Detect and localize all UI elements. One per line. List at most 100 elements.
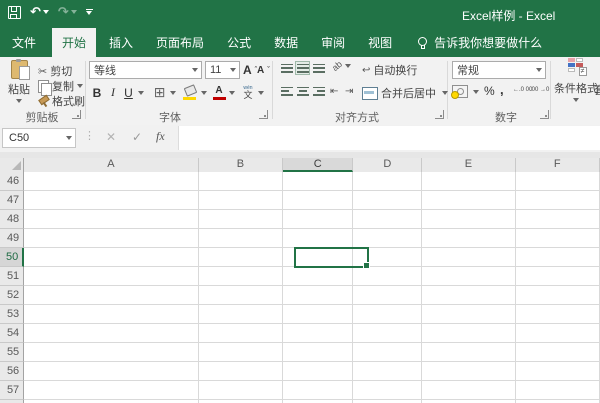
cell-F48[interactable] — [515, 210, 600, 229]
cell-C52[interactable] — [283, 286, 354, 305]
tab-file[interactable]: 文件 — [0, 28, 48, 57]
cell-E55[interactable] — [422, 343, 516, 362]
cell-A52[interactable] — [24, 286, 199, 305]
cell-F57[interactable] — [515, 381, 600, 400]
cell-D57[interactable] — [353, 381, 423, 400]
row-header-50[interactable]: 50 — [0, 248, 25, 267]
row-header-56[interactable]: 56 — [0, 362, 25, 381]
copy-button[interactable]: 复制 — [38, 78, 83, 96]
formula-input[interactable] — [178, 126, 600, 150]
insert-function-button[interactable]: fx — [156, 129, 165, 144]
cell-F51[interactable] — [515, 267, 600, 286]
tab-review[interactable]: 审阅 — [311, 28, 355, 57]
cell-E51[interactable] — [422, 267, 516, 286]
merge-center-button[interactable]: 合并后居中 — [362, 85, 448, 101]
cell-C54[interactable] — [283, 324, 354, 343]
cell-F56[interactable] — [515, 362, 600, 381]
row-header-51[interactable]: 51 — [0, 267, 25, 286]
cell-D56[interactable] — [353, 362, 423, 381]
cell-B46[interactable] — [198, 172, 284, 191]
align-center-button[interactable] — [295, 84, 310, 98]
bold-button[interactable]: B — [90, 83, 104, 102]
cell-E56[interactable] — [422, 362, 516, 381]
font-size-combo[interactable]: 11 — [205, 61, 240, 79]
decrease-decimal-button[interactable]: .00 →0 — [530, 87, 549, 93]
undo-button[interactable]: ↶ — [30, 5, 49, 19]
font-name-combo[interactable]: 等线 — [89, 61, 202, 79]
cell-D53[interactable] — [353, 305, 423, 324]
clipboard-dialog-launcher[interactable] — [72, 110, 81, 119]
row-header-47[interactable]: 47 — [0, 191, 25, 210]
redo-button[interactable]: ↷ — [58, 5, 77, 19]
cell-C46[interactable] — [283, 172, 354, 191]
row-header-55[interactable]: 55 — [0, 343, 25, 362]
row-header-57[interactable]: 57 — [0, 381, 25, 400]
fill-color-dropdown[interactable] — [199, 83, 209, 102]
font-color-button[interactable]: A — [211, 83, 227, 102]
cell-C57[interactable] — [283, 381, 354, 400]
cell-D48[interactable] — [353, 210, 423, 229]
cell-A55[interactable] — [24, 343, 199, 362]
name-box[interactable]: C50 — [2, 128, 76, 148]
number-format-combo[interactable]: 常规 — [452, 61, 546, 79]
cell-F52[interactable] — [515, 286, 600, 305]
cell-A50[interactable] — [24, 248, 199, 267]
select-all-button[interactable] — [0, 158, 25, 172]
cell-F47[interactable] — [515, 191, 600, 210]
conditional-formatting-button[interactable]: 条件格式 — [553, 58, 599, 102]
align-left-button[interactable] — [279, 84, 294, 98]
cell-B55[interactable] — [198, 343, 284, 362]
tab-formulas[interactable]: 公式 — [217, 28, 261, 57]
cell-D54[interactable] — [353, 324, 423, 343]
cell-C51[interactable] — [283, 267, 354, 286]
align-top-button[interactable] — [279, 61, 294, 75]
cell-D51[interactable] — [353, 267, 423, 286]
borders-button[interactable]: ⊞ — [151, 83, 168, 102]
cut-button[interactable]: ✂ 剪切 — [38, 63, 72, 79]
format-as-table-button-clipped[interactable]: 套 — [594, 82, 600, 98]
save-button[interactable] — [8, 5, 21, 19]
cell-C53[interactable] — [283, 305, 354, 324]
decrease-indent-button[interactable]: ⇤ — [330, 86, 338, 97]
cell-A46[interactable] — [24, 172, 199, 191]
column-header-C[interactable]: C — [283, 158, 354, 172]
cell-E57[interactable] — [422, 381, 516, 400]
shrink-font-button[interactable]: Aˇ — [257, 65, 270, 76]
cell-B47[interactable] — [198, 191, 284, 210]
format-painter-button[interactable]: 格式刷 — [38, 93, 85, 109]
tab-view[interactable]: 视图 — [358, 28, 402, 57]
cell-E48[interactable] — [422, 210, 516, 229]
cell-C56[interactable] — [283, 362, 354, 381]
cell-B56[interactable] — [198, 362, 284, 381]
italic-button[interactable]: I — [107, 83, 119, 102]
selected-cell-C50[interactable] — [294, 247, 370, 269]
underline-dropdown[interactable] — [136, 83, 146, 102]
cell-F46[interactable] — [515, 172, 600, 191]
phonetic-guide-button[interactable]: wén 文 — [240, 83, 256, 102]
cell-B49[interactable] — [198, 229, 284, 248]
cell-B48[interactable] — [198, 210, 284, 229]
cell-C49[interactable] — [283, 229, 354, 248]
cell-E49[interactable] — [422, 229, 516, 248]
tab-insert[interactable]: 插入 — [99, 28, 143, 57]
cell-A51[interactable] — [24, 267, 199, 286]
column-header-E[interactable]: E — [422, 158, 516, 172]
fill-handle[interactable] — [363, 262, 370, 269]
number-dialog-launcher[interactable] — [540, 110, 549, 119]
orientation-button[interactable]: ab — [330, 59, 352, 73]
cell-A49[interactable] — [24, 229, 199, 248]
cell-A53[interactable] — [24, 305, 199, 324]
cell-C48[interactable] — [283, 210, 354, 229]
column-header-A[interactable]: A — [24, 158, 199, 172]
cell-B52[interactable] — [198, 286, 284, 305]
increase-decimal-button[interactable]: ←.0 00 — [513, 87, 532, 93]
cell-D52[interactable] — [353, 286, 423, 305]
grow-font-button[interactable]: Aˆ — [243, 63, 257, 77]
cell-B57[interactable] — [198, 381, 284, 400]
column-header-B[interactable]: B — [199, 158, 284, 172]
cell-A47[interactable] — [24, 191, 199, 210]
cell-E53[interactable] — [422, 305, 516, 324]
increase-indent-button[interactable]: ⇥ — [345, 86, 353, 97]
column-header-F[interactable]: F — [516, 158, 600, 172]
cell-A57[interactable] — [24, 381, 199, 400]
